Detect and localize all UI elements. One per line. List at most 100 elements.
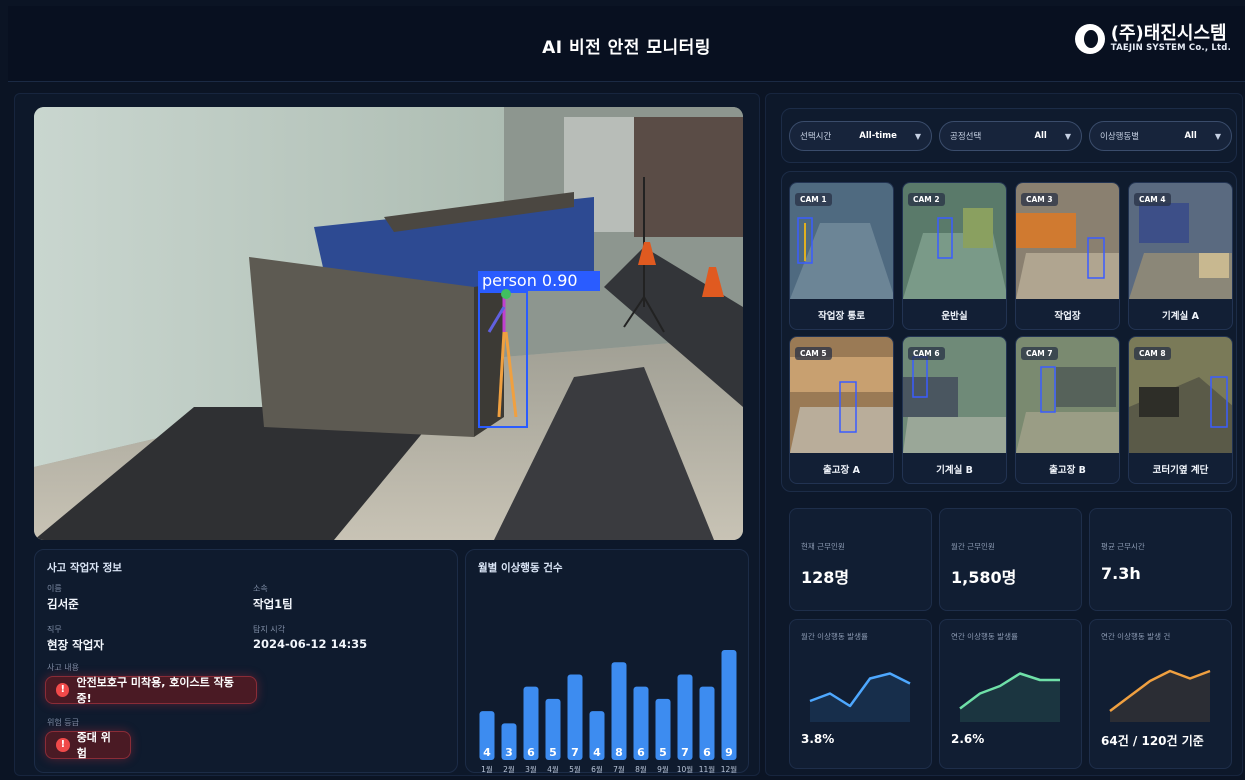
camera-name: 출고장 B [1049, 465, 1086, 476]
trend-card: 월간 이상행동 발생률 3.8% [789, 619, 932, 769]
bar-value-label: 4 [593, 746, 601, 759]
role-label: 직무 [47, 625, 62, 634]
bar-12월 [721, 650, 737, 760]
trend-label: 연간 이상행동 발생률 [951, 632, 1018, 641]
main-camera-image: person 0.90 [34, 107, 743, 540]
camera-name: 운반실 [941, 311, 968, 322]
worker-role: 현장 작업자 [47, 638, 104, 652]
filter-bar: 선택시간 All-time ▼ 공정선택 All ▼ 이상행동별 All ▼ [781, 108, 1237, 163]
bar-value-label: 8 [615, 746, 623, 759]
camera-name: 작업장 통로 [817, 311, 865, 322]
bar-value-label: 5 [549, 746, 557, 759]
time-select-value: All-time [859, 131, 897, 141]
camera-tag: CAM 7 [1021, 347, 1058, 360]
detection-label: person 0.90 [482, 271, 578, 290]
trend-value: 2.6% [951, 732, 985, 746]
trend-sparkline [1109, 669, 1211, 722]
worker-name: 김서준 [47, 597, 79, 611]
camera-tag: CAM 6 [908, 347, 945, 360]
process-select-value: All [1034, 131, 1047, 141]
company-logo: (주)태진시스템 TAEJIN SYSTEM Co., Ltd. [1074, 23, 1231, 54]
camera-name: 기계실 B [936, 465, 973, 476]
time-label: 탐지 시각 [253, 625, 285, 634]
camera-tile[interactable]: CAM 8 코터기옆 계단 [1128, 336, 1233, 484]
stat-label: 평균 근무시간 [1101, 542, 1145, 551]
bar-value-label: 6 [527, 746, 535, 759]
main-camera-view[interactable]: person 0.90 [34, 107, 743, 540]
incident-text: 안전보호구 미착용, 호이스트 작동 중! [76, 676, 234, 705]
trend-value: 3.8% [801, 732, 835, 746]
stat-card: 월간 근무인원 1,580명 [939, 508, 1082, 611]
x-tick-label: 12월 [721, 764, 738, 774]
x-tick-label: 4월 [547, 764, 559, 774]
risk-label: 위험 등급 [47, 718, 79, 727]
dept-label: 소속 [253, 584, 268, 593]
behavior-select-value: All [1184, 131, 1197, 141]
camera-tile[interactable]: CAM 1 작업장 통로 [789, 182, 894, 330]
behavior-select-label: 이상행동별 [1100, 132, 1140, 142]
stat-card: 현재 근무인원 128명 [789, 508, 932, 611]
trend-card: 연간 이상행동 발생률 2.6% [939, 619, 1082, 769]
trend-value: 64건 / 120건 기준 [1101, 734, 1204, 748]
camera-tag: CAM 4 [1134, 193, 1171, 206]
camera-tag: CAM 5 [795, 347, 832, 360]
x-tick-label: 7월 [613, 764, 625, 774]
monthly-bar-chart: 4 1월 3 2월 6 3월 5 4월 7 5월 4 6월 8 7월 6 8월 5 9월 7 10월 6 11월 9 12월 [479, 650, 738, 774]
camera-name: 기계실 A [1162, 311, 1199, 322]
process-select-label: 공정선택 [950, 132, 982, 142]
bar-value-label: 7 [681, 746, 689, 759]
risk-badge: ! 중대 위험 [45, 731, 131, 760]
x-tick-label: 10월 [677, 764, 694, 774]
time-select-label: 선택시간 [800, 132, 832, 142]
camera-tag: CAM 1 [795, 193, 832, 206]
trend-sparkline [959, 672, 1060, 722]
chevron-down-icon: ▼ [1214, 131, 1221, 141]
stat-label: 현재 근무인원 [801, 542, 845, 551]
trend-label: 연간 이상행동 발생 건 [1101, 632, 1171, 641]
alert-icon: ! [56, 738, 70, 752]
camera-tile[interactable]: CAM 7 출고장 B [1015, 336, 1120, 484]
stat-value: 1,580명 [951, 568, 1017, 587]
camera-tag: CAM 2 [908, 193, 945, 206]
camera-tile[interactable]: CAM 4 기계실 A [1128, 182, 1233, 330]
stat-card: 평균 근무시간 7.3h [1089, 508, 1232, 611]
logo-name: (주)태진시스템 [1110, 23, 1227, 44]
incident-alert: ! 안전보호구 미착용, 호이스트 작동 중! [45, 676, 257, 705]
sparkline-area [810, 673, 910, 722]
behavior-select[interactable]: 이상행동별 All ▼ [1089, 121, 1232, 151]
x-tick-label: 2월 [503, 764, 515, 774]
camera-tag: CAM 8 [1134, 347, 1171, 360]
x-tick-label: 11월 [699, 764, 716, 774]
camera-name: 코터기옆 계단 [1152, 465, 1209, 476]
trend-sparkline [809, 672, 911, 722]
incident-label: 사고 내용 [47, 663, 79, 672]
camera-tag: CAM 3 [1021, 193, 1058, 206]
stat-value: 7.3h [1101, 564, 1141, 583]
worker-dept: 작업1팀 [253, 597, 293, 611]
camera-name: 출고장 A [823, 465, 860, 476]
process-select[interactable]: 공정선택 All ▼ [939, 121, 1082, 151]
logo-mark-icon [1074, 24, 1105, 54]
header-bar: AI 비전 안전 모니터링 (주)태진시스템 TAEJIN SYSTEM Co.… [8, 6, 1245, 82]
x-tick-label: 5월 [569, 764, 581, 774]
sparkline-area [1110, 671, 1210, 722]
x-tick-label: 3월 [525, 764, 537, 774]
stat-label: 월간 근무인원 [951, 542, 995, 551]
logo-sub: TAEJIN SYSTEM Co., Ltd. [1110, 43, 1231, 53]
x-tick-label: 6월 [591, 764, 603, 774]
bar-value-label: 6 [703, 746, 711, 759]
bar-value-label: 6 [637, 746, 645, 759]
camera-name: 작업장 [1054, 311, 1081, 322]
chevron-down-icon: ▼ [914, 131, 921, 141]
chevron-down-icon: ▼ [1064, 131, 1071, 141]
bar-value-label: 4 [483, 746, 491, 759]
camera-tile[interactable]: CAM 3 작업장 [1015, 182, 1120, 330]
camera-tile[interactable]: CAM 2 운반실 [902, 182, 1007, 330]
time-select[interactable]: 선택시간 All-time ▼ [789, 121, 932, 151]
worker-info-title: 사고 작업자 정보 [47, 562, 122, 574]
camera-tile[interactable]: CAM 5 출고장 A [789, 336, 894, 484]
bar-value-label: 9 [725, 746, 733, 759]
camera-tile[interactable]: CAM 6 기계실 B [902, 336, 1007, 484]
bar-value-label: 5 [659, 746, 667, 759]
alert-icon: ! [56, 683, 70, 697]
